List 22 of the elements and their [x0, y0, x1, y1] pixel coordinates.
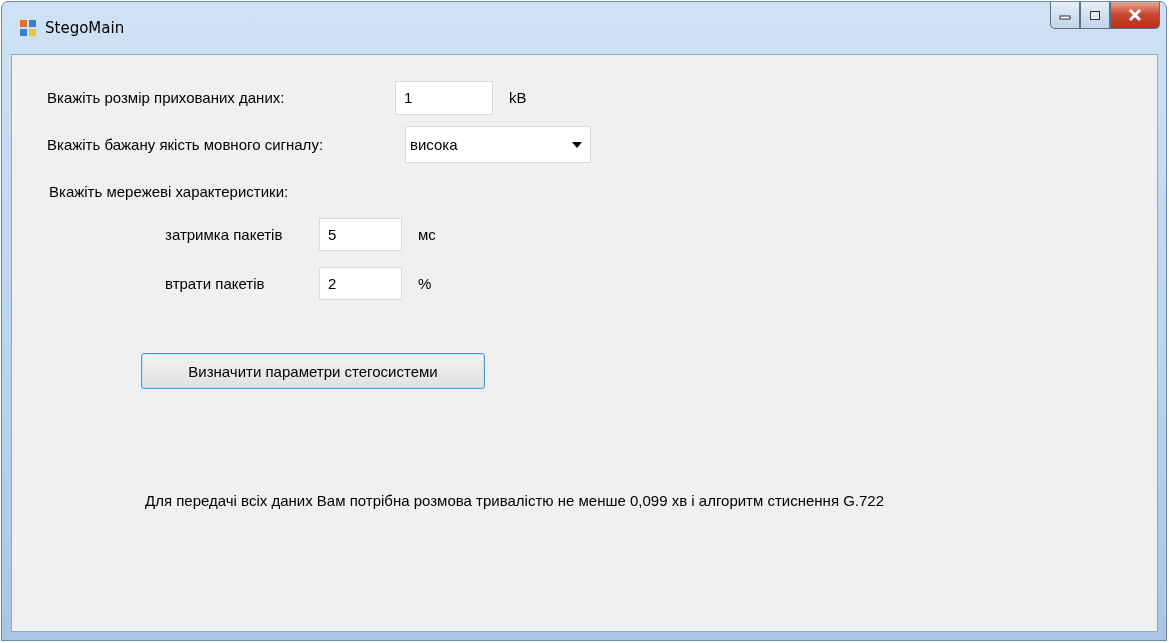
close-button[interactable] — [1110, 2, 1160, 29]
field-label: затримка пакетів — [165, 225, 284, 243]
unit-label: мс — [418, 225, 436, 243]
minimize-button[interactable] — [1050, 2, 1080, 29]
app-icon — [19, 19, 37, 37]
section-label: Вкажіть мережеві характеристики: — [49, 181, 290, 202]
input-field[interactable]: 5 — [319, 217, 402, 251]
input-field[interactable]: 1 — [395, 80, 493, 115]
compute-button[interactable]: Визначити параметри стегосистеми — [141, 353, 485, 389]
field-label: втрати пакетів — [165, 274, 266, 292]
maximize-icon — [1089, 9, 1101, 21]
unit-label: kB — [509, 89, 527, 106]
window-title: StegoMain — [45, 19, 125, 37]
close-icon — [1127, 8, 1143, 22]
input-field[interactable]: 2 — [319, 266, 402, 300]
maximize-button[interactable] — [1080, 2, 1110, 29]
field-label: Вкажіть розмір прихованих даних: — [47, 89, 286, 106]
caret-icon — [572, 141, 582, 148]
field-label: Вкажіть бажану якість мовного сигналу: — [47, 136, 325, 153]
dropdown[interactable]: висока — [405, 126, 591, 163]
unit-label: % — [418, 274, 432, 292]
result-text: Для передачі всіх даних Вам потрібна розмова тривалістю не менше 0,099 хв і алгоритм стиснення G.722 — [145, 492, 886, 509]
